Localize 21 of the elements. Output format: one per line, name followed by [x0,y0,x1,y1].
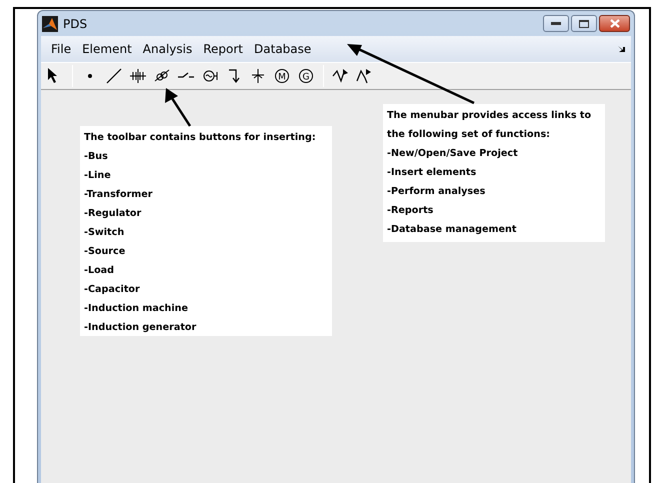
menu-item[interactable]: Analysis [138,40,200,58]
toolbar-note: The toolbar contains buttons for inserting: -Bus -Line -Transformer -Regulator -Switch -Source -Load -Capacitor -Induction machine -Induction generator [80,126,332,336]
window-title: PDS [63,16,88,32]
minimize-icon [551,22,561,26]
menu-item[interactable]: Database [250,40,318,58]
circle-letter-button[interactable]: M [272,66,292,86]
line-icon[interactable] [104,66,124,86]
menu-item[interactable]: Element [78,40,139,58]
minimize-button[interactable] [543,15,569,32]
pointer-arrow [165,88,192,127]
maximize-icon [579,20,589,28]
menu-item[interactable]: Report [199,40,250,58]
close-icon [610,19,620,28]
transformer-icon[interactable] [128,66,148,86]
close-button[interactable] [599,15,630,32]
dock-arrow-icon[interactable] [618,46,625,52]
app-logo-icon [42,16,58,32]
menu-item[interactable]: File [47,40,78,58]
circle-letter-button[interactable]: G [296,66,316,86]
maximize-button[interactable] [571,15,597,32]
menubar-note: The menubar provides access links to the following set of functions: -New/Open/Save Project -Insert elements -Perform analyses -Reports -Database management [383,104,605,242]
